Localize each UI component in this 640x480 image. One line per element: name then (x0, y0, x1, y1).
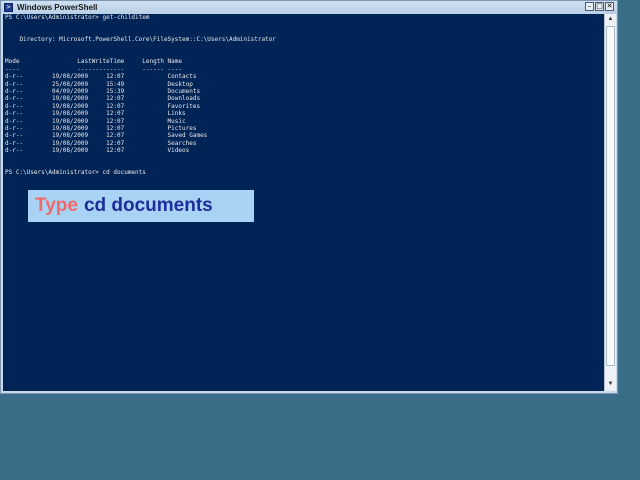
powershell-icon: > (4, 3, 13, 12)
title-bar[interactable]: > Windows PowerShell – □ ✕ (1, 1, 617, 14)
desktop: > Windows PowerShell – □ ✕ PS C:\Users\A… (0, 0, 640, 480)
callout-verb: Type (35, 195, 78, 216)
console-line: Directory: Microsoft.PowerShell.Core\Fil… (5, 36, 276, 44)
minimize-button[interactable]: – (585, 2, 594, 11)
console-line: PS C:\Users\Administrator> cd documents (5, 169, 146, 177)
vertical-scrollbar[interactable]: ▲ ▼ (604, 14, 616, 391)
console-line: PS C:\Users\Administrator> get-childitem (5, 14, 150, 21)
scroll-up-arrow-icon[interactable]: ▲ (606, 15, 615, 24)
callout-command: cd documents (83, 195, 213, 216)
maximize-button[interactable]: □ (595, 2, 604, 11)
window-title: Windows PowerShell (17, 3, 98, 12)
window-controls: – □ ✕ (585, 2, 614, 11)
instruction-callout: Type cd documents (28, 190, 254, 222)
scrollbar-thumb[interactable] (606, 26, 615, 366)
close-button[interactable]: ✕ (605, 2, 614, 11)
console-line: d-r-- 19/08/2009 12:07 Videos (5, 147, 190, 155)
scroll-down-arrow-icon[interactable]: ▼ (606, 380, 615, 389)
